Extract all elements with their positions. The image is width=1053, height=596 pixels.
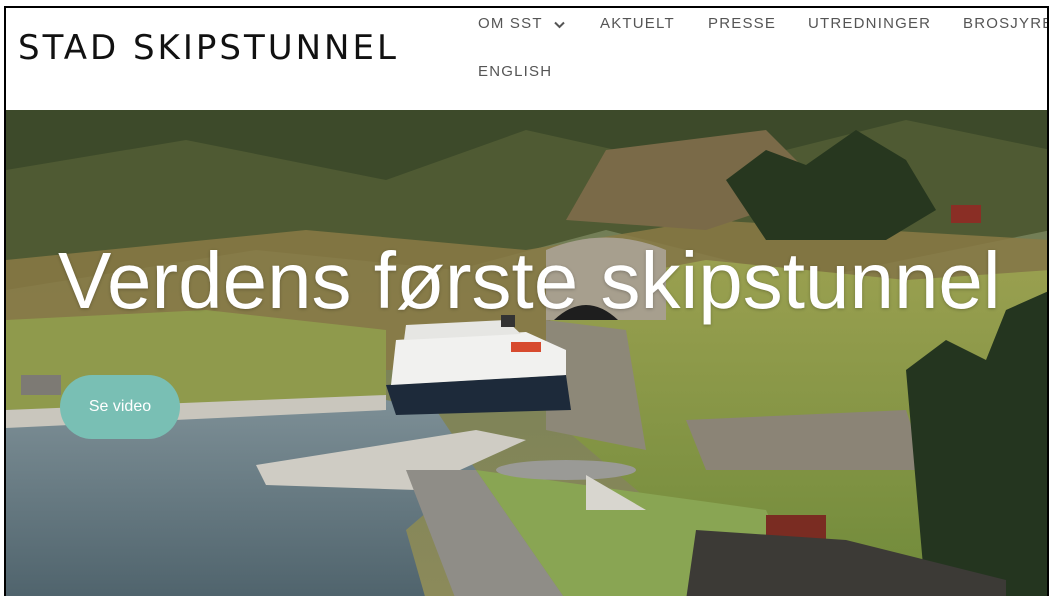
hero-section: Verdens første skipstunnel Se video (6, 110, 1047, 596)
chevron-down-icon (554, 16, 565, 33)
main-nav: OM SST AKTUELT PRESSE UTREDNINGER BROSJY… (476, 8, 1047, 110)
nav-item-om-sst-label: OM SST (478, 15, 543, 32)
hero-landscape-image (6, 110, 1047, 596)
site-header: STAD SKIPSTUNNEL OM SST AKTUELT PRESSE U… (6, 8, 1047, 110)
se-video-button[interactable]: Se video (60, 375, 180, 439)
site-logo[interactable]: STAD SKIPSTUNNEL (18, 28, 399, 68)
nav-item-om-sst[interactable]: OM SST (478, 15, 565, 33)
nav-item-utredninger[interactable]: UTREDNINGER (808, 15, 931, 32)
page: STAD SKIPSTUNNEL OM SST AKTUELT PRESSE U… (4, 6, 1049, 596)
hero-title: Verdens første skipstunnel (58, 236, 1001, 325)
nav-item-presse[interactable]: PRESSE (708, 15, 776, 32)
nav-item-brosjyre[interactable]: BROSJYRE (963, 15, 1047, 32)
nav-item-english[interactable]: ENGLISH (478, 63, 552, 80)
nav-item-aktuelt[interactable]: AKTUELT (600, 15, 675, 32)
